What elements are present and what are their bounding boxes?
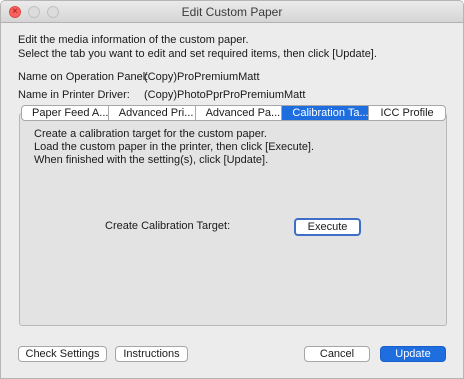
operation-panel-name-row: Name on Operation Panel: (Copy)ProPremiu… (18, 71, 260, 83)
intro-text: Edit the media information of the custom… (18, 33, 377, 61)
create-calibration-target-label: Create Calibration Target: (105, 220, 231, 232)
calibration-line-2: Load the custom paper in the printer, th… (34, 141, 315, 153)
intro-line-2: Select the tab you want to edit and set … (18, 48, 377, 60)
operation-panel-value: (Copy)ProPremiumMatt (144, 71, 260, 83)
execute-button[interactable]: Execute (294, 218, 361, 236)
calibration-instructions: Create a calibration target for the cust… (34, 128, 314, 167)
tab-paper-feed[interactable]: Paper Feed A... (22, 106, 109, 120)
intro-line-1: Edit the media information of the custom… (18, 34, 249, 46)
calibration-line-3: When finished with the setting(s), click… (34, 154, 269, 166)
tab-advanced-print[interactable]: Advanced Pri... (109, 106, 196, 120)
tab-advanced-paper[interactable]: Advanced Pa... (196, 106, 283, 120)
window-title: Edit Custom Paper (181, 5, 283, 19)
operation-panel-label: Name on Operation Panel: (18, 71, 149, 83)
check-settings-button[interactable]: Check Settings (18, 346, 107, 362)
tab-bar: Paper Feed A... Advanced Pri... Advanced… (21, 105, 446, 121)
update-button[interactable]: Update (380, 346, 446, 362)
edit-custom-paper-window: × Edit Custom Paper Edit the media infor… (0, 0, 464, 379)
tab-content-panel: Create a calibration target for the cust… (19, 113, 447, 326)
title-bar: × Edit Custom Paper (1, 1, 463, 23)
tab-calibration-target[interactable]: Calibration Ta... (282, 106, 370, 120)
printer-driver-value: (Copy)PhotoPprProPremiumMatt (144, 89, 306, 101)
cancel-button[interactable]: Cancel (304, 346, 370, 362)
printer-driver-name-row: Name in Printer Driver: (Copy)PhotoPprPr… (18, 89, 305, 101)
printer-driver-label: Name in Printer Driver: (18, 89, 130, 101)
instructions-button[interactable]: Instructions (115, 346, 188, 362)
calibration-line-1: Create a calibration target for the cust… (34, 128, 267, 140)
tab-icc-profile[interactable]: ICC Profile (369, 106, 445, 120)
